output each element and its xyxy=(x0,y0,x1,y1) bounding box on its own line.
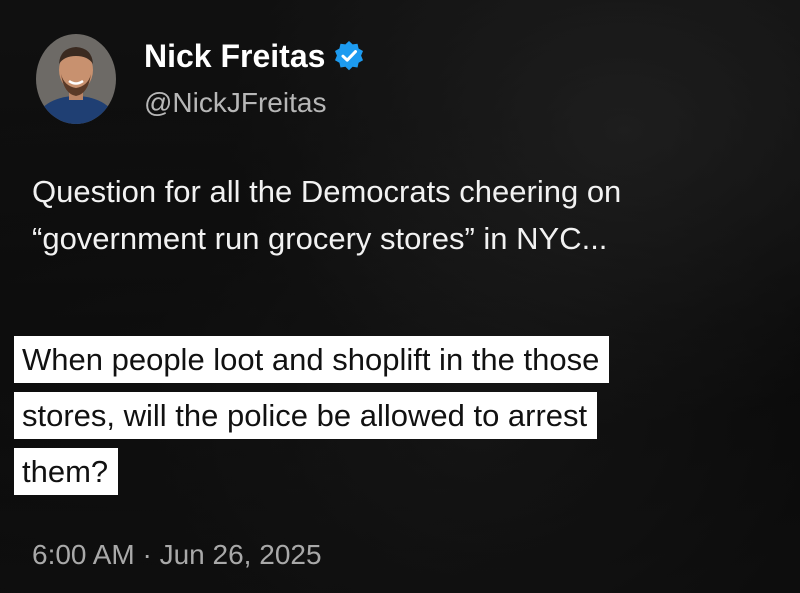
author-name-row[interactable]: Nick Freitas xyxy=(144,36,365,76)
highlighted-line: stores, will the police be allowed to ar… xyxy=(14,392,598,439)
highlighted-line: them? xyxy=(14,448,119,495)
highlighted-line: When people loot and shoplift in the tho… xyxy=(14,336,610,383)
author-handle[interactable]: @NickJFreitas xyxy=(144,86,326,120)
avatar[interactable] xyxy=(36,34,116,124)
tweet-body-line: “government run grocery stores” in NYC..… xyxy=(32,221,608,256)
author-display-name[interactable]: Nick Freitas xyxy=(144,36,325,76)
tweet-body-line: Question for all the Democrats cheering … xyxy=(32,174,622,209)
tweet-timestamp[interactable]: 6:00 AM · Jun 26, 2025 xyxy=(32,538,322,572)
tweet-body: Question for all the Democrats cheering … xyxy=(32,168,792,262)
verified-badge-icon xyxy=(333,40,365,72)
tweet-card: Nick Freitas @NickJFreitas Question for … xyxy=(0,0,800,593)
person-avatar-icon xyxy=(36,34,116,124)
highlighted-text-block: When people loot and shoplift in the tho… xyxy=(14,336,790,504)
